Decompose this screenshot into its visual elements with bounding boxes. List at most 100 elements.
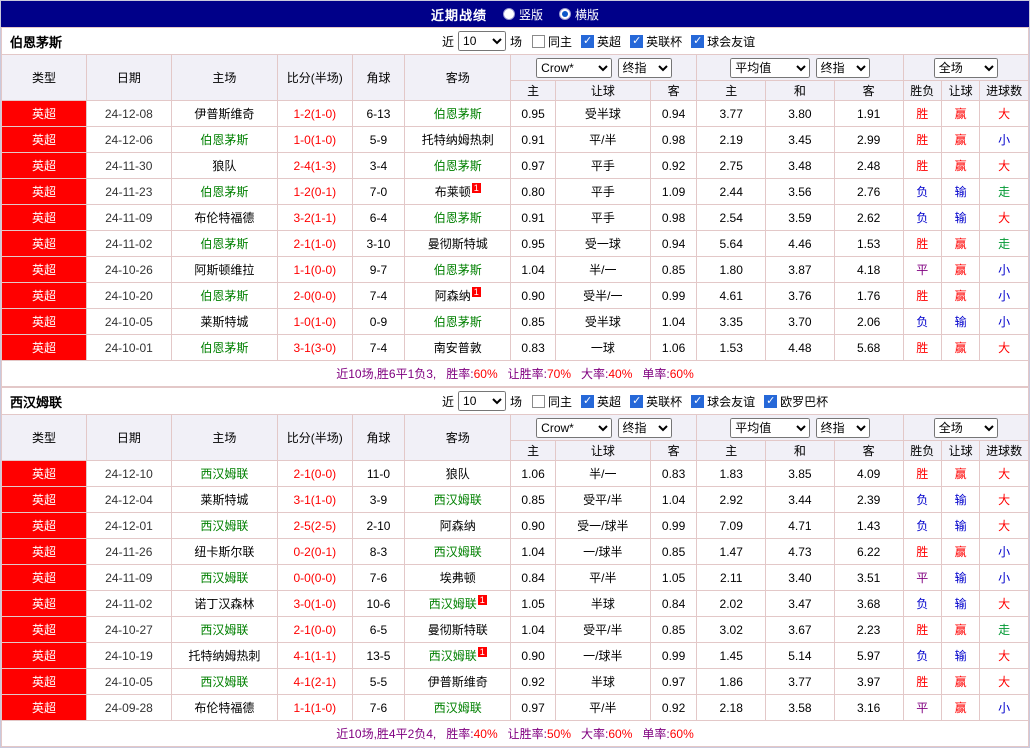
away-team-cell[interactable]: 埃弗顿 xyxy=(404,564,512,591)
away-team-name[interactable]: 埃弗顿 xyxy=(440,571,476,585)
score-cell[interactable]: 3-1(3-0) xyxy=(276,334,353,361)
score-cell[interactable]: 1-1(1-0) xyxy=(276,694,353,721)
home-team-cell[interactable]: 伯恩茅斯 xyxy=(170,126,278,153)
away-team-name[interactable]: 伯恩茅斯 xyxy=(434,263,482,277)
away-team-name[interactable]: 狼队 xyxy=(446,467,470,481)
score-cell[interactable]: 2-1(1-0) xyxy=(276,230,353,257)
away-team-cell[interactable]: 狼队 xyxy=(404,460,512,487)
home-team-cell[interactable]: 狼队 xyxy=(170,152,278,179)
home-team-cell[interactable]: 西汉姆联 xyxy=(170,564,278,591)
away-team-name[interactable]: 伯恩茅斯 xyxy=(434,211,482,225)
away-team-cell[interactable]: 伯恩茅斯 xyxy=(404,256,512,283)
home-team-name[interactable]: 伯恩茅斯 xyxy=(200,341,248,355)
score-cell[interactable]: 2-5(2-5) xyxy=(276,512,353,539)
home-team-cell[interactable]: 伯恩茅斯 xyxy=(170,178,278,205)
home-team-name[interactable]: 阿斯顿维拉 xyxy=(194,263,254,277)
away-team-cell[interactable]: 伯恩茅斯 xyxy=(404,308,512,335)
away-team-cell[interactable]: 布莱顿 1 xyxy=(404,178,512,205)
score-cell[interactable]: 3-1(1-0) xyxy=(276,486,353,513)
away-team-cell[interactable]: 曼彻斯特城 xyxy=(404,230,512,257)
score-cell[interactable]: 2-1(0-0) xyxy=(276,616,353,643)
average-select[interactable]: 平均值 xyxy=(730,57,811,78)
home-team-cell[interactable]: 纽卡斯尔联 xyxy=(170,538,278,565)
score-cell[interactable]: 2-4(1-3) xyxy=(276,152,353,179)
away-team-name[interactable]: 曼彻斯特联 xyxy=(428,623,488,637)
home-team-cell[interactable]: 布伦特福德 xyxy=(170,694,278,721)
home-team-name[interactable]: 狼队 xyxy=(212,159,236,173)
odds-stage-select[interactable]: 终指 xyxy=(617,57,672,78)
home-team-name[interactable]: 莱斯特城 xyxy=(200,493,248,507)
home-team-cell[interactable]: 阿斯顿维拉 xyxy=(170,256,278,283)
score-cell[interactable]: 1-0(1-0) xyxy=(276,308,353,335)
away-team-cell[interactable]: 西汉姆联 1 xyxy=(404,642,512,669)
score-cell[interactable]: 1-1(0-0) xyxy=(276,256,353,283)
score-cell[interactable]: 2-1(0-0) xyxy=(276,460,353,487)
average-select[interactable]: 平均值 xyxy=(730,417,811,438)
away-team-name[interactable]: 阿森纳 xyxy=(440,519,476,533)
away-team-name[interactable]: 南安普敦 xyxy=(434,341,482,355)
competition-filter[interactable]: 同主 xyxy=(532,393,572,410)
away-team-cell[interactable]: 西汉姆联 1 xyxy=(404,590,512,617)
home-team-cell[interactable]: 西汉姆联 xyxy=(170,460,278,487)
away-team-cell[interactable]: 伊普斯维奇 xyxy=(404,668,512,695)
score-cell[interactable]: 4-1(2-1) xyxy=(276,668,353,695)
home-team-cell[interactable]: 伯恩茅斯 xyxy=(170,334,278,361)
home-team-name[interactable]: 西汉姆联 xyxy=(200,675,248,689)
average-stage-select[interactable]: 终指 xyxy=(815,57,870,78)
home-team-cell[interactable]: 布伦特福德 xyxy=(170,204,278,231)
home-team-name[interactable]: 托特纳姆热刺 xyxy=(188,649,260,663)
away-team-name[interactable]: 西汉姆联 xyxy=(434,493,482,507)
home-team-name[interactable]: 伯恩茅斯 xyxy=(200,289,248,303)
bookmaker-select[interactable]: Crow* xyxy=(536,417,613,438)
away-team-name[interactable]: 西汉姆联 xyxy=(429,597,477,611)
games-count-select[interactable]: 10 xyxy=(458,31,507,51)
score-cell[interactable]: 0-0(0-0) xyxy=(276,564,353,591)
score-cell[interactable]: 4-1(1-1) xyxy=(276,642,353,669)
home-team-name[interactable]: 诺丁汉森林 xyxy=(194,597,254,611)
away-team-cell[interactable]: 伯恩茅斯 xyxy=(404,100,512,127)
competition-filter[interactable]: 同主 xyxy=(532,33,572,50)
score-cell[interactable]: 1-2(1-0) xyxy=(276,100,353,127)
away-team-name[interactable]: 伯恩茅斯 xyxy=(434,107,482,121)
away-team-name[interactable]: 阿森纳 xyxy=(435,289,471,303)
competition-filter[interactable]: 英联杯 xyxy=(630,33,682,50)
home-team-cell[interactable]: 托特纳姆热刺 xyxy=(170,642,278,669)
away-team-name[interactable]: 伯恩茅斯 xyxy=(434,315,482,329)
home-team-name[interactable]: 伯恩茅斯 xyxy=(200,185,248,199)
fulltime-select[interactable]: 全场 xyxy=(933,417,998,438)
away-team-cell[interactable]: 曼彻斯特联 xyxy=(404,616,512,643)
away-team-cell[interactable]: 伯恩茅斯 xyxy=(404,204,512,231)
home-team-cell[interactable]: 伯恩茅斯 xyxy=(170,230,278,257)
score-cell[interactable]: 1-2(0-1) xyxy=(276,178,353,205)
away-team-name[interactable]: 伯恩茅斯 xyxy=(434,159,482,173)
away-team-cell[interactable]: 阿森纳 xyxy=(404,512,512,539)
score-cell[interactable]: 2-0(0-0) xyxy=(276,282,353,309)
home-team-name[interactable]: 伯恩茅斯 xyxy=(200,237,248,251)
away-team-cell[interactable]: 阿森纳 1 xyxy=(404,282,512,309)
away-team-name[interactable]: 西汉姆联 xyxy=(429,649,477,663)
home-team-name[interactable]: 西汉姆联 xyxy=(200,467,248,481)
home-team-cell[interactable]: 诺丁汉森林 xyxy=(170,590,278,617)
away-team-name[interactable]: 曼彻斯特城 xyxy=(428,237,488,251)
home-team-cell[interactable]: 西汉姆联 xyxy=(170,616,278,643)
games-count-select[interactable]: 10 xyxy=(458,391,507,411)
home-team-cell[interactable]: 伊普斯维奇 xyxy=(170,100,278,127)
home-team-name[interactable]: 伯恩茅斯 xyxy=(200,133,248,147)
home-team-name[interactable]: 西汉姆联 xyxy=(200,519,248,533)
competition-filter[interactable]: 球会友谊 xyxy=(691,393,755,410)
competition-filter[interactable]: 欧罗巴杯 xyxy=(764,393,828,410)
away-team-cell[interactable]: 西汉姆联 xyxy=(404,486,512,513)
home-team-name[interactable]: 布伦特福德 xyxy=(194,701,254,715)
score-cell[interactable]: 3-0(1-0) xyxy=(276,590,353,617)
home-team-name[interactable]: 西汉姆联 xyxy=(200,571,248,585)
away-team-name[interactable]: 伊普斯维奇 xyxy=(428,675,488,689)
away-team-name[interactable]: 西汉姆联 xyxy=(434,701,482,715)
fulltime-select[interactable]: 全场 xyxy=(933,57,998,78)
bookmaker-select[interactable]: Crow* xyxy=(536,57,613,78)
score-cell[interactable]: 3-2(1-1) xyxy=(276,204,353,231)
home-team-cell[interactable]: 西汉姆联 xyxy=(170,668,278,695)
away-team-cell[interactable]: 西汉姆联 xyxy=(404,694,512,721)
score-cell[interactable]: 1-0(1-0) xyxy=(276,126,353,153)
away-team-cell[interactable]: 南安普敦 xyxy=(404,334,512,361)
home-team-cell[interactable]: 伯恩茅斯 xyxy=(170,282,278,309)
